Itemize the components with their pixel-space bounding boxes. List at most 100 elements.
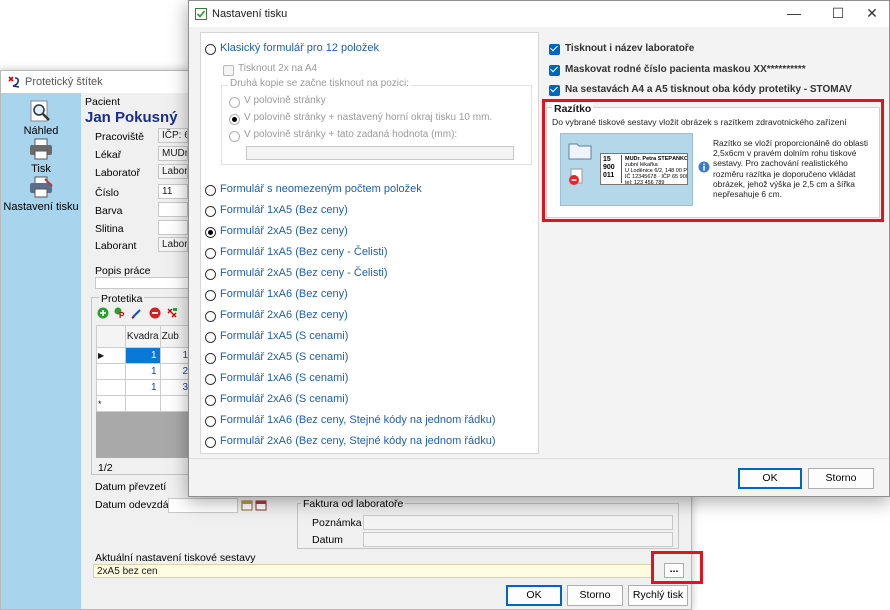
laborant-field[interactable]: Laborar [158,237,188,252]
dialog-storno-button[interactable]: Storno [808,468,874,489]
table-row[interactable]: * [96,395,193,412]
highlight-razitko [542,99,884,222]
radio-form-10[interactable] [205,395,216,406]
datum-field[interactable] [363,532,673,547]
print-settings-button[interactable]: Nastavení tisku [1,175,81,213]
print-settings-dialog: Nastavení tisku — ☐ ✕ Klasický formulář … [188,0,890,497]
datum-prevzeti-label: Datum převzetí [95,481,167,493]
radio-sub-0[interactable] [229,97,240,108]
slitina-field[interactable] [158,220,188,235]
radio-form-5[interactable] [205,290,216,301]
faktura-label: Faktura od laboratoře [301,498,406,510]
pracoviste-label: Pracoviště [95,131,145,143]
grid-header-kvadrant: Kvadra [124,325,161,348]
form-option-label[interactable]: Formulář 2xA6 (S cenami) [220,393,348,405]
form-option-label[interactable]: Formulář 2xA5 (S cenami) [220,351,348,363]
form-option-label[interactable]: Formulář 1xA5 (S cenami) [220,330,348,342]
lekar-field[interactable]: MUDr. . [158,146,188,161]
calendar-icon[interactable] [241,499,253,511]
laborator-field[interactable]: Laborat [158,164,188,179]
grid-cell-kvadrant[interactable]: 1 [124,363,161,380]
svg-text:P: P [119,311,125,319]
popis-prace-field[interactable] [95,277,190,289]
checkbox-mask-rc[interactable] [549,65,560,76]
aktualni-nastaveni-label: Aktuální nastavení tiskové sestavy [95,552,256,564]
close-button[interactable]: ✕ [853,1,890,27]
poznamka-label: Poznámka [312,517,362,529]
form-option-label[interactable]: Formulář 1xA6 (Bez ceny, Stejné kódy na … [220,414,496,426]
radio-form-0[interactable] [205,185,216,196]
form-option-label[interactable]: Formulář 1xA5 (Bez ceny - Čelisti) [220,246,388,258]
grid-cell-zub[interactable]: 1 [159,347,193,364]
checkbox-mask-rc-label[interactable]: Maskovat rodné číslo pacienta maskou XX*… [565,64,806,75]
table-row[interactable]: ▶ 1 1 [96,347,193,364]
radio-form-1[interactable] [205,206,216,217]
radio-form-11[interactable] [205,416,216,427]
minimize-button[interactable]: — [775,1,813,27]
protetika-label: Protetika [99,293,145,305]
checkbox-lab-name-label[interactable]: Tisknout i název laboratoře [565,43,694,54]
print-settings-icon [30,176,53,198]
radio-sub-2[interactable] [229,131,240,142]
tisknout-2x-checkbox[interactable] [223,65,234,76]
app-logo-icon [8,76,20,88]
popis-prace-label: Popis práce [95,265,151,277]
slitina-label: Slitina [95,223,124,235]
barva-field[interactable] [158,202,188,217]
radio-form-7[interactable] [205,332,216,343]
dialog-app-icon [195,8,207,20]
form-option-label[interactable]: Formulář 2xA6 (Bez ceny) [220,309,348,321]
form-option-label[interactable]: Formulář 2xA5 (Bez ceny - Čelisti) [220,267,388,279]
datum-odevzdani-field[interactable] [168,498,238,513]
checkbox-lab-name[interactable] [549,44,560,55]
radio-form-12[interactable] [205,437,216,448]
form-option-label[interactable]: Formulář 2xA5 (Bez ceny) [220,225,348,237]
grid-cell-kvadrant[interactable]: 1 [124,379,161,396]
radio-form-2[interactable] [205,227,216,238]
patient-label: Pacient [85,96,121,108]
radio-form-8[interactable] [205,353,216,364]
radio-form-6[interactable] [205,311,216,322]
bg-storno-button[interactable]: Storno [567,585,623,606]
grid-cell-zub[interactable]: 3 [159,379,193,396]
maximize-button[interactable]: ☐ [819,1,857,27]
checkbox-stomav-label[interactable]: Na sestavách A4 a A5 tisknout oba kódy p… [565,84,852,95]
grid-pager: 1/2 [98,462,113,474]
radio-form-4[interactable] [205,269,216,280]
radio-sub-1[interactable] [229,114,240,125]
grid-cell-zub[interactable]: 2 [159,363,193,380]
dialog-ok-button[interactable]: OK [738,468,802,489]
radio-form-9[interactable] [205,374,216,385]
checkbox-stomav[interactable] [549,85,560,96]
radio-klasicky[interactable] [205,44,216,55]
options-panel: Tisknout i název laboratoře Maskovat rod… [542,32,887,454]
klasicky-label[interactable]: Klasický formulář pro 12 položek [220,42,379,54]
bg-ok-button[interactable]: OK [506,585,562,606]
form-option-label[interactable]: Formulář 2xA6 (Bez ceny, Stejné kódy na … [220,435,496,447]
druha-kopie-label: Druhá kopie se začne tisknout na pozici: [228,78,411,89]
add-price-icon[interactable]: P [114,307,126,319]
pracoviste-field[interactable]: IČP: 65 [158,128,188,143]
preview-label: Náhled [23,125,59,137]
form-option-label[interactable]: Formulář s neomezeným počtem položek [220,183,422,195]
radio-form-3[interactable] [205,248,216,259]
delete-all-icon[interactable] [166,307,178,319]
delete-row-icon[interactable] [149,307,161,319]
add-row-icon[interactable] [97,307,109,319]
protetika-grid: Kvadra Zub ▶ 1 1 1 2 1 3 * [96,325,193,412]
table-row[interactable]: 1 2 [96,363,193,380]
table-row[interactable]: 1 3 [96,379,193,396]
grid-cell-kvadrant[interactable]: 1 [124,347,161,364]
print-button[interactable]: Tisk [1,137,81,175]
form-option-label[interactable]: Formulář 1xA6 (Bez ceny) [220,288,348,300]
barva-label: Barva [95,205,123,217]
form-option-label[interactable]: Formulář 1xA6 (S cenami) [220,372,348,384]
date-clear-icon[interactable] [255,499,267,511]
cislo-field[interactable]: 11 [158,184,188,199]
poznamka-field[interactable] [363,515,673,530]
form-option-label[interactable]: Formulář 1xA5 (Bez ceny) [220,204,348,216]
edit-icon[interactable] [131,307,143,319]
mm-value-field[interactable] [246,146,514,160]
preview-button[interactable]: Náhled [1,99,81,137]
rychly-tisk-button[interactable]: Rychlý tisk [628,585,688,606]
